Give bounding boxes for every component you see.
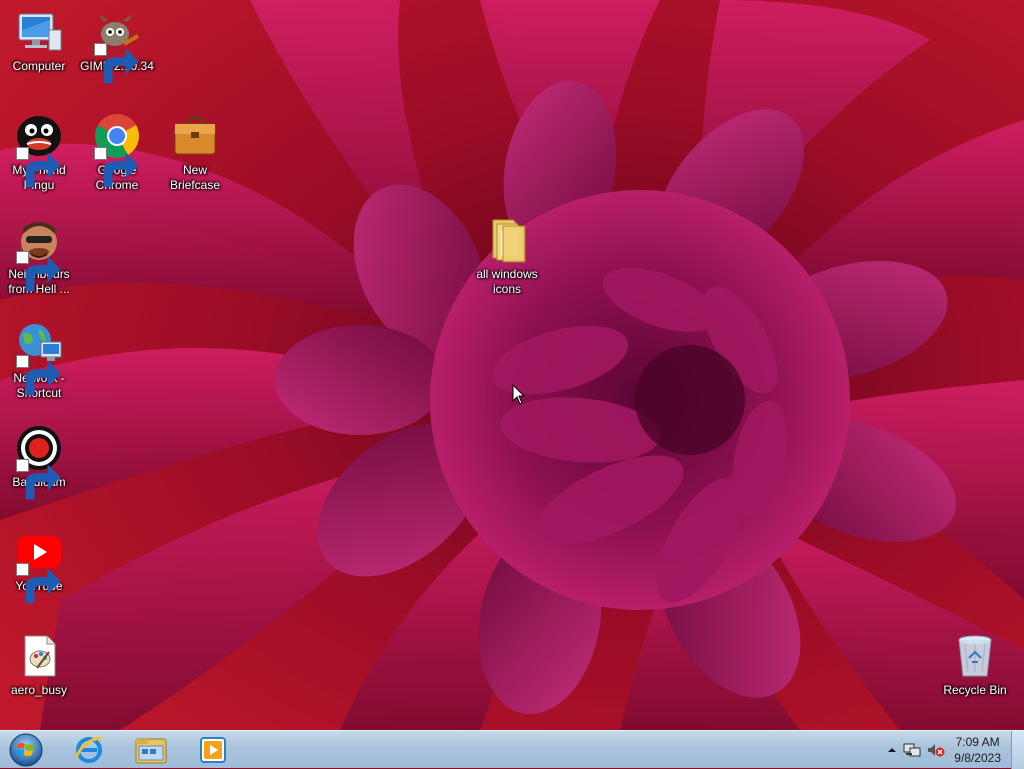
taskbar-media-player[interactable] — [184, 733, 242, 767]
desktop-icon-aero-busy[interactable]: aero_busy — [1, 632, 77, 698]
desktop-wallpaper — [0, 0, 1024, 730]
network-tray-icon — [903, 743, 921, 757]
start-button[interactable] — [4, 732, 48, 768]
taskbar-file-explorer[interactable] — [122, 733, 180, 767]
desktop-icon-label: all windows icons — [476, 267, 538, 296]
media-player-icon — [200, 737, 226, 763]
internet-explorer-icon — [74, 736, 102, 763]
volume-tray-button[interactable] — [927, 742, 945, 758]
folder-icon — [492, 219, 526, 263]
file-icon — [24, 635, 56, 677]
desktop-icon-my-friend-pingu[interactable]: My Friend Pingu — [1, 112, 77, 193]
desktop-icon-network-shortcut[interactable]: Network - Shortcut — [1, 320, 77, 401]
chevron-up-icon — [888, 748, 897, 752]
desktop-icon-all-windows-icons[interactable]: all windows icons — [469, 216, 545, 297]
show-hidden-icons-button[interactable] — [887, 745, 897, 755]
shortcut-arrow-icon — [16, 147, 61, 188]
taskbar: 7:09 AM 9/8/2023 — [0, 730, 1024, 769]
desktop-icon-youtube[interactable]: YouTube — [1, 528, 77, 604]
desktop-icon-gimp[interactable]: GIMP 2.10.34 — [79, 8, 155, 84]
shortcut-arrow-icon — [94, 147, 139, 188]
file-explorer-icon — [135, 738, 167, 764]
desktop-icon-label: aero_busy — [10, 683, 68, 697]
shortcut-arrow-icon — [94, 43, 139, 84]
recycle-bin-icon — [958, 635, 992, 677]
desktop-icon-computer[interactable]: Computer — [1, 8, 77, 74]
desktop-icon-new-briefcase[interactable]: New Briefcase — [157, 112, 233, 193]
computer-icon — [18, 13, 62, 51]
desktop-icon-label: Computer — [12, 59, 66, 73]
clock-time: 7:09 AM — [955, 735, 1000, 749]
shortcut-arrow-icon — [16, 459, 61, 500]
clock-date: 9/8/2023 — [954, 751, 1001, 765]
windows-start-icon — [9, 733, 43, 767]
shortcut-arrow-icon — [16, 563, 61, 604]
taskbar-clock[interactable]: 7:09 AM 9/8/2023 — [954, 734, 1001, 766]
shortcut-arrow-icon — [16, 251, 61, 292]
network-tray-button[interactable] — [903, 742, 921, 758]
show-desktop-button[interactable] — [1011, 731, 1024, 769]
desktop-icon-recycle-bin[interactable]: Recycle Bin — [937, 632, 1013, 698]
mouse-pointer-icon — [512, 384, 526, 405]
desktop-icon-neighbours-from-hell[interactable]: Neighbours from Hell ... — [1, 216, 77, 297]
shortcut-arrow-icon — [16, 355, 61, 396]
desktop-icon-bandicam[interactable]: Bandicam — [1, 424, 77, 500]
taskbar-internet-explorer[interactable] — [60, 733, 118, 767]
desktop-icon-label: Recycle Bin — [943, 683, 1007, 697]
desktop-icon-google-chrome[interactable]: Google Chrome — [79, 112, 155, 193]
system-tray: 7:09 AM 9/8/2023 — [884, 731, 1024, 769]
desktop-icon-label: New Briefcase — [169, 163, 221, 192]
volume-muted-icon — [928, 744, 945, 757]
briefcase-icon — [174, 116, 216, 155]
